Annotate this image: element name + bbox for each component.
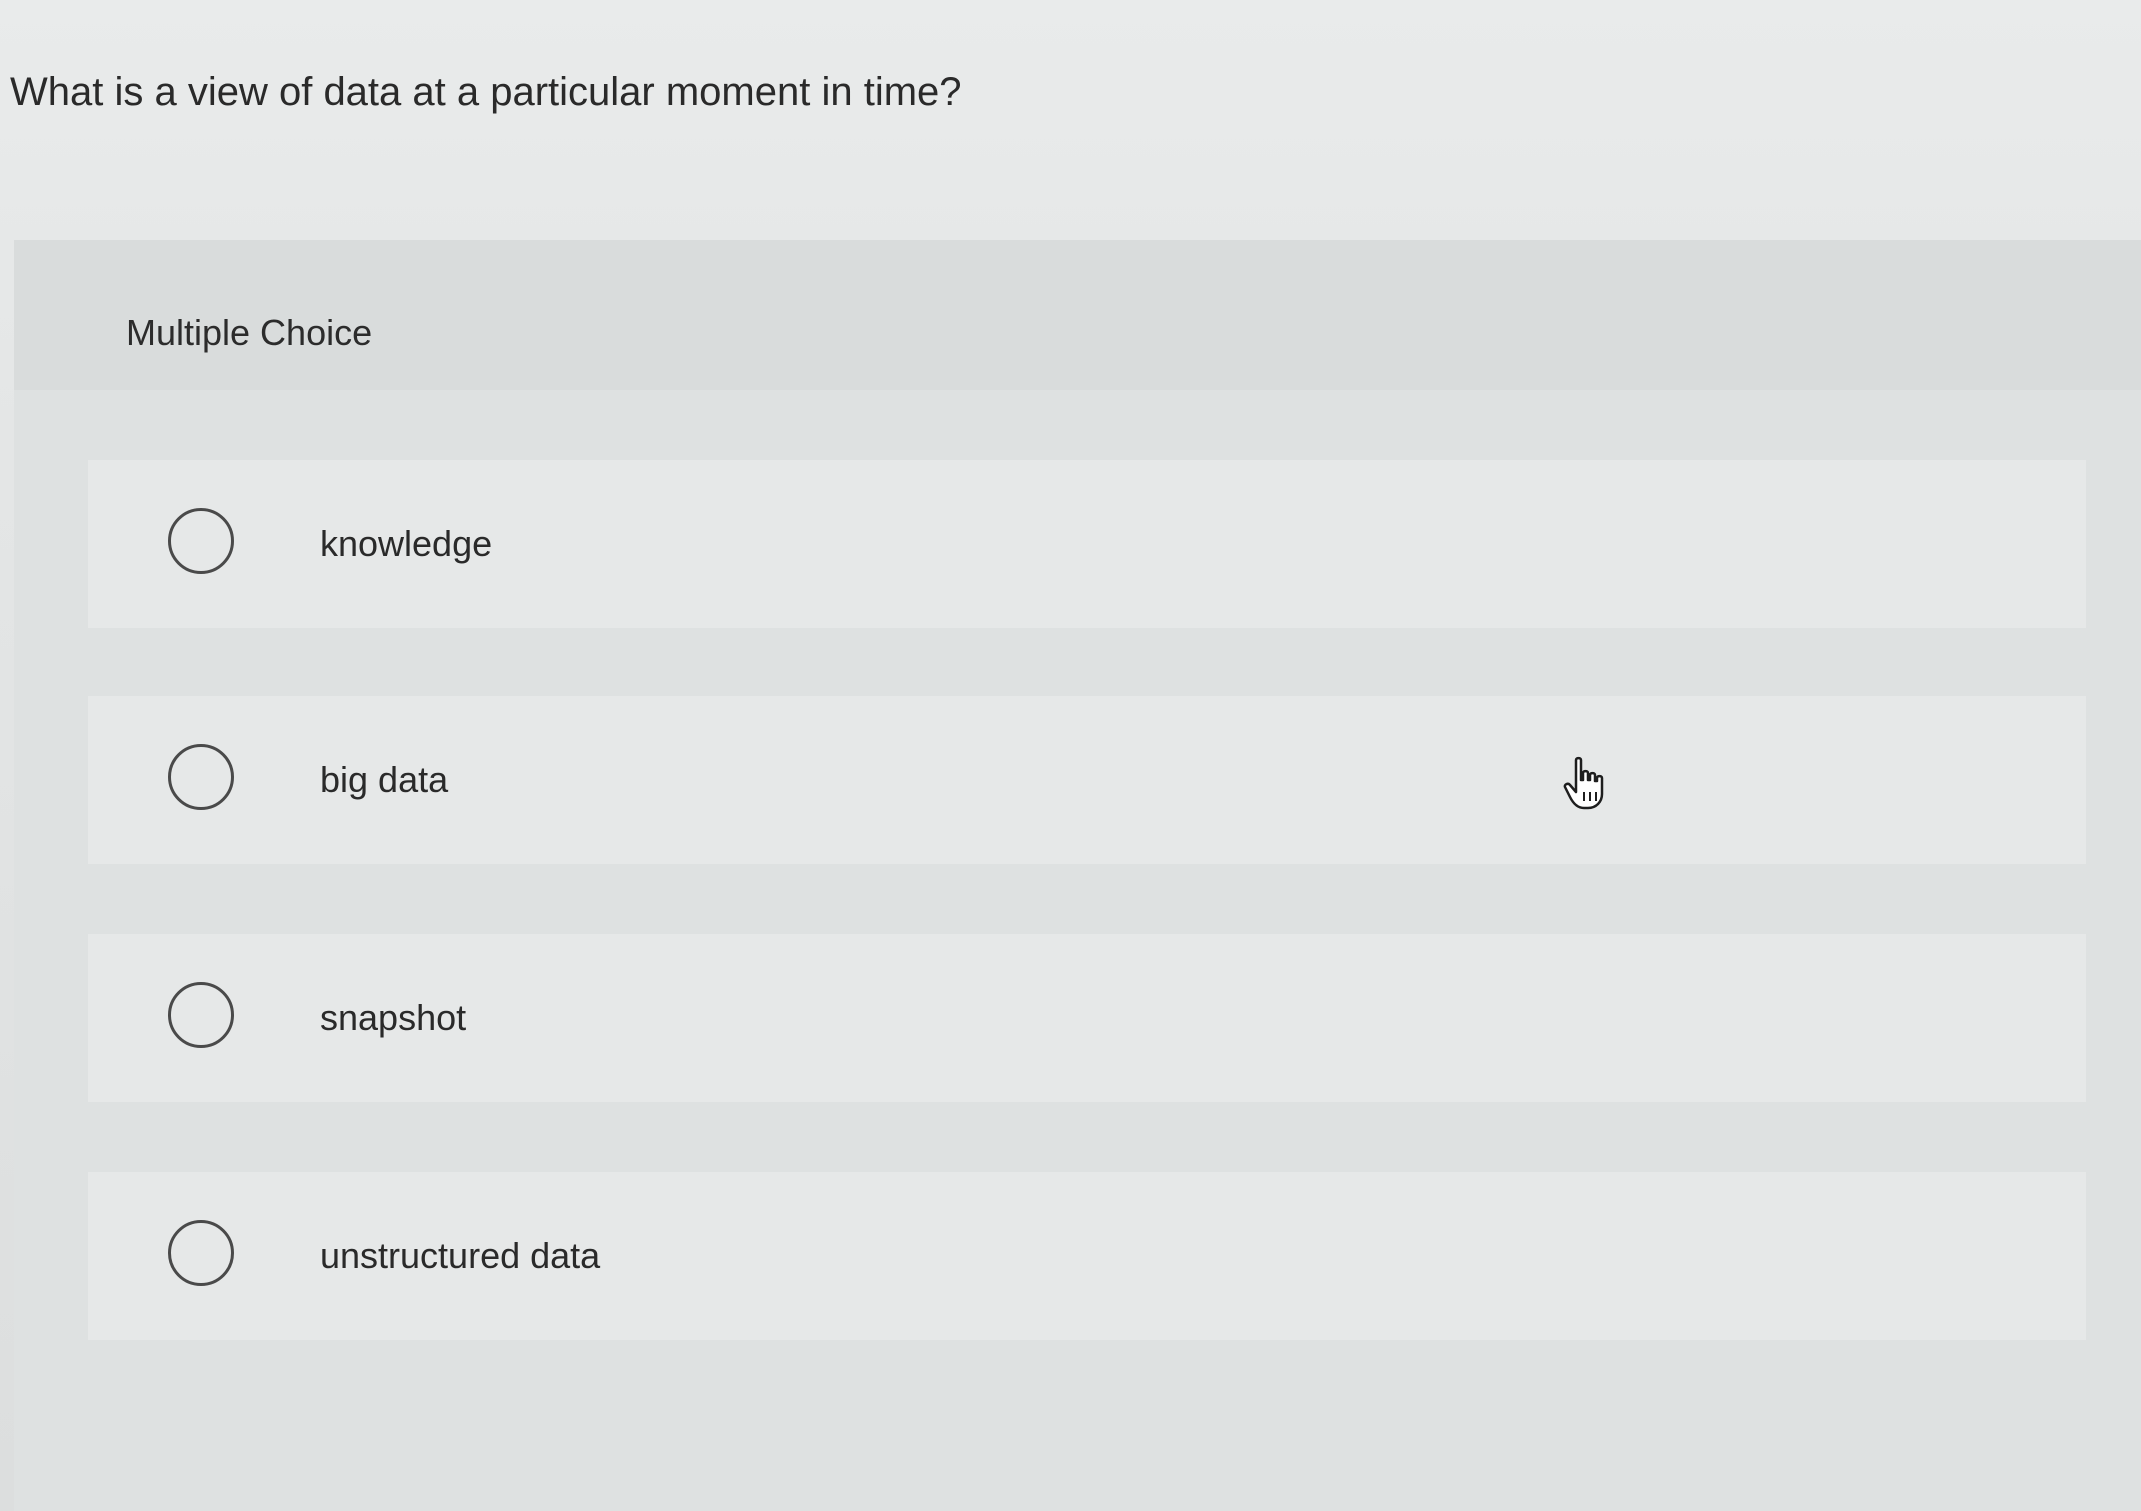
answer-panel: Multiple Choice knowledge big data snaps… — [14, 240, 2141, 1511]
radio-button[interactable] — [168, 982, 234, 1048]
question-type-label: Multiple Choice — [126, 312, 373, 353]
radio-button[interactable] — [168, 508, 234, 574]
answer-option-label: knowledge — [320, 523, 493, 564]
question-text: What is a view of data at a particular m… — [10, 70, 962, 114]
radio-button[interactable] — [168, 744, 234, 810]
answer-option-label: snapshot — [320, 997, 467, 1038]
answer-option-label: unstructured data — [320, 1235, 601, 1276]
radio-button[interactable] — [168, 1220, 234, 1286]
panel-header: Multiple Choice — [14, 240, 2141, 390]
answer-option-unstructured-data[interactable]: unstructured data — [88, 1172, 2086, 1340]
answer-option-knowledge[interactable]: knowledge — [88, 460, 2086, 628]
answer-option-snapshot[interactable]: snapshot — [88, 934, 2086, 1102]
answer-option-big-data[interactable]: big data — [88, 696, 2086, 864]
answer-option-label: big data — [320, 759, 449, 800]
hand-pointer-icon — [1562, 756, 1610, 812]
